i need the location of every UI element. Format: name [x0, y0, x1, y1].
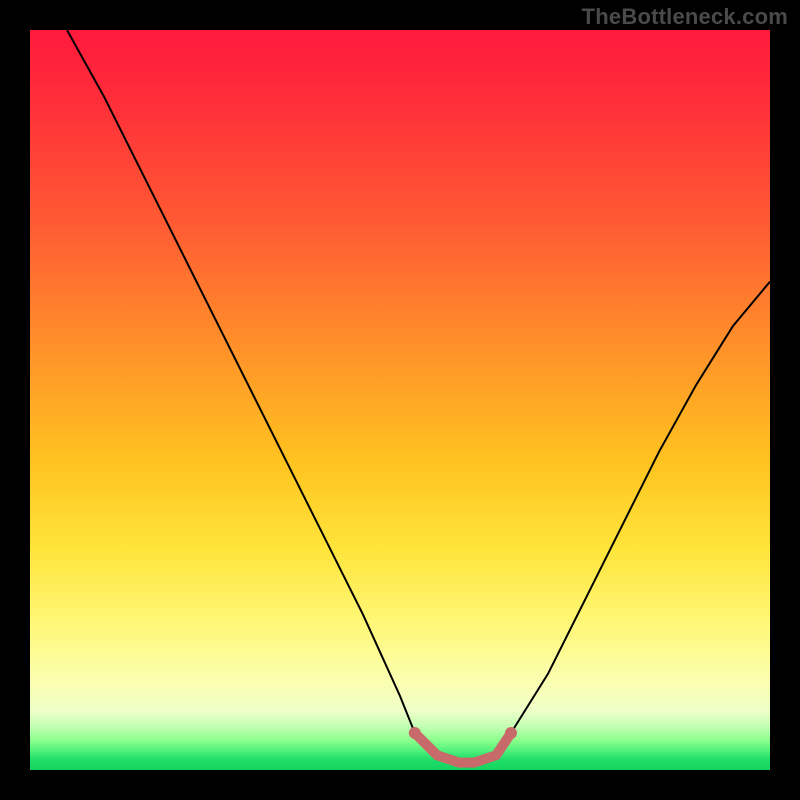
- valley-highlight: [415, 733, 511, 763]
- valley-endpoint-left: [409, 727, 421, 739]
- bottleneck-curve: [67, 30, 770, 763]
- plot-area: [30, 30, 770, 770]
- curve-layer: [30, 30, 770, 770]
- valley-endpoint-right: [505, 727, 517, 739]
- chart-frame: TheBottleneck.com: [0, 0, 800, 800]
- watermark-label: TheBottleneck.com: [582, 4, 788, 30]
